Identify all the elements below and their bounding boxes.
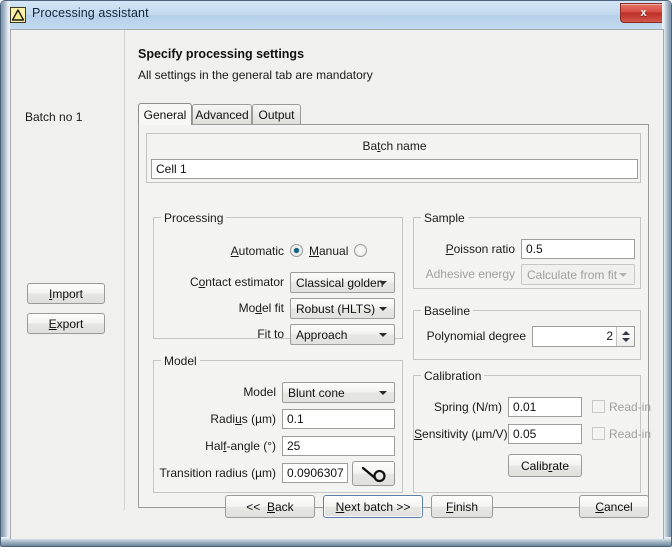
- export-button-label: Export: [48, 316, 84, 331]
- calibrate-button-label: Calibrate: [520, 458, 570, 473]
- chevron-down-icon: [619, 272, 627, 277]
- chevron-down-icon: [379, 306, 387, 311]
- contact-estimator-combo[interactable]: Classical golden: [290, 272, 395, 293]
- spinner-up-icon[interactable]: [622, 331, 630, 335]
- baseline-group: Baseline Polynomial degree 2: [413, 304, 641, 360]
- page-title: Specify processing settings: [138, 47, 305, 61]
- batch-name-input[interactable]: [151, 159, 638, 179]
- sensitivity-readin-checkbox: [592, 427, 605, 440]
- import-button-label: Import: [48, 286, 84, 301]
- sidebar-divider: [124, 30, 125, 510]
- processing-group: Processing Automatic Manual Contact esti…: [153, 211, 403, 345]
- tab-output[interactable]: Output: [252, 104, 301, 124]
- calibration-group: Calibration Spring (N/m) Read-in Sensiti…: [413, 369, 651, 493]
- radius-label: Radius (µm): [210, 412, 276, 426]
- spinner-down-icon[interactable]: [622, 338, 630, 342]
- poisson-ratio-input[interactable]: [521, 239, 635, 259]
- model-value: Blunt cone: [288, 385, 345, 400]
- batch-number-label: Batch no 1: [25, 110, 83, 124]
- fit-to-label: Fit to: [257, 327, 284, 341]
- adhesive-energy-label: Adhesive energy: [425, 267, 515, 281]
- window-frame-left: [1, 1, 10, 546]
- next-batch-button-label: Next batch >>: [335, 499, 411, 514]
- half-angle-label: Half-angle (°): [205, 439, 276, 453]
- dialog-client-area: Specify processing settings All settings…: [10, 29, 664, 539]
- spring-label: Spring (N/m): [433, 400, 502, 414]
- tab-general[interactable]: General: [138, 103, 192, 125]
- sample-group-title: Sample: [421, 211, 468, 225]
- fit-to-value: Approach: [296, 327, 348, 342]
- polynomial-degree-stepper[interactable]: 2: [532, 326, 635, 347]
- indentation-curve-button[interactable]: [352, 461, 395, 486]
- poisson-ratio-label: Poisson ratio: [445, 242, 515, 256]
- contact-estimator-label: Contact estimator: [189, 275, 284, 289]
- title-bar: Processing assistant x: [1, 1, 671, 29]
- export-button[interactable]: Export: [27, 313, 105, 334]
- calibrate-button[interactable]: Calibrate: [508, 454, 582, 477]
- model-combo[interactable]: Blunt cone: [282, 382, 395, 403]
- back-button-label: << Back: [246, 499, 294, 514]
- next-batch-button[interactable]: Next batch >>: [323, 495, 423, 518]
- processing-group-title: Processing: [161, 211, 227, 225]
- polynomial-degree-value: 2: [606, 329, 613, 343]
- sensitivity-readin-label: Read-in: [609, 427, 652, 441]
- batch-name-label: Batch name: [362, 139, 427, 153]
- finish-button-label: Finish: [445, 499, 479, 514]
- spring-input[interactable]: [508, 397, 582, 417]
- cancel-button-label: Cancel: [595, 499, 633, 514]
- sensitivity-label: Sensitivity (µm/V): [414, 427, 508, 441]
- sample-group: Sample Poisson ratio Adhesive energy Cal…: [413, 211, 641, 289]
- spring-readin-label: Read-in: [609, 400, 652, 414]
- polynomial-degree-spin-buttons[interactable]: [616, 327, 634, 346]
- processing-assistant-window: Processing assistant x Specify processin…: [0, 0, 672, 547]
- model-label: Model: [243, 385, 276, 399]
- page-subtitle: All settings in the general tab are mand…: [138, 68, 373, 82]
- adhesive-energy-value: Calculate from fit: [527, 267, 618, 282]
- tab-advanced[interactable]: Advanced: [192, 104, 252, 124]
- automatic-radio[interactable]: [290, 244, 303, 257]
- model-group-title: Model: [161, 354, 200, 368]
- chevron-down-icon: [379, 390, 387, 395]
- import-button[interactable]: Import: [27, 283, 105, 304]
- window-title: Processing assistant: [32, 6, 149, 20]
- automatic-label: Automatic: [230, 244, 284, 258]
- transition-radius-label: Transition radius (µm): [159, 466, 277, 480]
- contact-estimator-value: Classical golden: [296, 275, 384, 290]
- adhesive-energy-combo: Calculate from fit: [521, 264, 635, 285]
- transition-radius-input[interactable]: [282, 463, 348, 483]
- calibration-group-title: Calibration: [421, 369, 485, 383]
- sensitivity-input[interactable]: [508, 424, 582, 444]
- model-fit-label: Model fit: [238, 301, 284, 315]
- close-button[interactable]: x: [620, 3, 667, 23]
- baseline-group-title: Baseline: [421, 304, 474, 318]
- model-group: Model Model Blunt cone Radius (µm) Half-…: [153, 354, 403, 493]
- chevron-down-icon: [379, 280, 387, 285]
- model-fit-combo[interactable]: Robust (HLTS): [290, 298, 395, 319]
- half-angle-input[interactable]: [282, 436, 395, 456]
- fit-to-combo[interactable]: Approach: [290, 324, 395, 345]
- back-button[interactable]: << Back: [225, 495, 315, 518]
- cancel-button[interactable]: Cancel: [579, 495, 649, 518]
- app-triangle-warning-icon: [10, 7, 26, 23]
- finish-button[interactable]: Finish: [431, 495, 493, 518]
- manual-radio[interactable]: [354, 244, 367, 257]
- chevron-down-icon: [379, 332, 387, 337]
- model-fit-value: Robust (HLTS): [296, 301, 376, 316]
- batch-name-section: Batch name: [146, 133, 641, 183]
- indentation-curve-icon: [361, 466, 386, 482]
- general-tab-panel: Batch name Processing Automatic Manual C…: [138, 124, 651, 508]
- radius-input[interactable]: [282, 409, 395, 429]
- polynomial-degree-label: Polynomial degree: [426, 329, 526, 343]
- spring-readin-checkbox: [592, 400, 605, 413]
